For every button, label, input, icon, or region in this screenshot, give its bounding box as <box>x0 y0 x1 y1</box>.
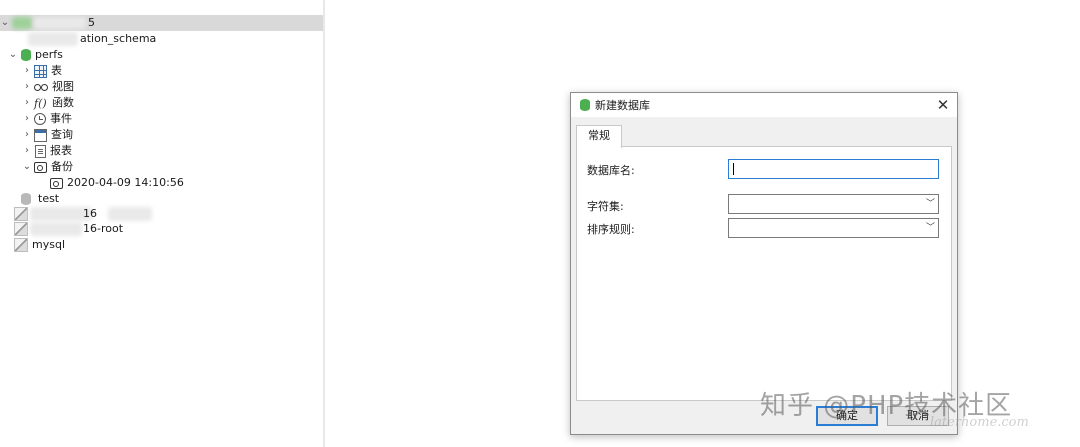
tree-row-backup-entry[interactable]: 2020-04-09 14:10:56 <box>48 175 184 191</box>
redacted-connection-tail <box>108 207 152 221</box>
query-icon <box>34 128 47 142</box>
general-tab-panel: 数据库名: 字符集: ﹀ 排序规则: ﹀ <box>576 146 952 401</box>
tree-row-information-schema[interactable]: ation_schema <box>0 31 323 47</box>
perfs-label: perfs <box>35 48 63 61</box>
information-schema-label: ation_schema <box>80 32 157 45</box>
redacted-connection-name <box>34 17 86 29</box>
chevron-down-icon[interactable]: ⌄ <box>22 159 32 175</box>
tree-row-connection-1[interactable]: ⌄ 5 <box>0 15 323 31</box>
text-caret <box>733 163 734 175</box>
tree-row-connection-3[interactable]: 16-root <box>12 221 172 237</box>
view-glasses-icon <box>34 83 48 91</box>
chevron-down-icon: ﹀ <box>925 223 935 233</box>
tree-row-functions[interactable]: › f() 函数 <box>22 95 74 111</box>
queries-label: 查询 <box>51 128 73 141</box>
database-name-label: 数据库名: <box>587 164 635 177</box>
database-icon <box>580 99 590 111</box>
watermark-secondary: laterhome.com <box>930 415 1029 430</box>
tree-row-views[interactable]: › 视图 <box>22 79 74 95</box>
tree-row-queries[interactable]: › 查询 <box>22 127 73 143</box>
tree-row-backups[interactable]: ⌄ 备份 <box>22 159 73 175</box>
function-fx-icon: f() <box>34 96 47 110</box>
database-icon <box>21 49 31 61</box>
backup-entry-label: 2020-04-09 14:10:56 <box>67 176 184 189</box>
backups-label: 备份 <box>51 160 73 173</box>
report-icon <box>35 144 46 158</box>
tree-row-reports[interactable]: › 报表 <box>22 143 72 159</box>
event-clock-icon <box>34 113 46 125</box>
connection-name-suffix: 5 <box>88 16 95 29</box>
chevron-right-icon[interactable]: › <box>22 127 32 143</box>
chevron-down-icon[interactable]: ⌄ <box>0 15 10 31</box>
new-database-dialog: 新建数据库 ✕ 常规 数据库名: 字符集: ﹀ 排序规则: ﹀ 确定 取消 <box>570 92 958 435</box>
events-label: 事件 <box>50 112 72 125</box>
chevron-right-icon[interactable]: › <box>22 95 32 111</box>
connection-2-suffix: 16 <box>83 207 97 220</box>
chevron-down-icon[interactable]: ⌄ <box>8 47 18 63</box>
tree-row-connection-2[interactable]: 16 <box>12 206 172 222</box>
tab-general[interactable]: 常规 <box>576 125 622 148</box>
mysql-label: mysql <box>32 238 65 251</box>
functions-label: 函数 <box>52 96 74 109</box>
database-icon <box>21 193 31 205</box>
navigation-tree: ⌄ 5 ation_schema ⌄ perfs › 表 › 视图 › f() … <box>0 0 323 447</box>
chevron-right-icon[interactable]: › <box>22 143 32 159</box>
redacted-connection-icon <box>12 17 32 29</box>
dialog-title: 新建数据库 <box>595 99 650 112</box>
collation-label: 排序规则: <box>587 223 635 236</box>
tree-row-tables[interactable]: › 表 <box>22 63 62 79</box>
connection-icon <box>14 222 28 236</box>
tree-row-perfs[interactable]: ⌄ perfs <box>8 47 63 63</box>
tables-label: 表 <box>51 64 62 77</box>
chevron-right-icon[interactable]: › <box>22 111 32 127</box>
chevron-right-icon[interactable]: › <box>22 79 32 95</box>
tree-row-test[interactable]: test <box>18 191 59 207</box>
redacted-connection-name <box>30 222 82 236</box>
backup-icon <box>34 161 47 173</box>
test-label: test <box>38 192 60 205</box>
chevron-down-icon: ﹀ <box>925 199 935 209</box>
close-icon[interactable]: ✕ <box>935 97 951 113</box>
connection-icon <box>14 207 28 221</box>
reports-label: 报表 <box>50 144 72 157</box>
collation-select[interactable]: ﹀ <box>728 218 939 238</box>
charset-label: 字符集: <box>587 200 624 213</box>
tree-row-events[interactable]: › 事件 <box>22 111 72 127</box>
redacted-db-icon <box>28 32 78 46</box>
tree-row-mysql[interactable]: mysql <box>12 237 65 253</box>
panel-divider[interactable] <box>323 0 325 447</box>
connection-3-suffix: 16-root <box>83 222 124 235</box>
table-icon <box>34 64 47 78</box>
backup-file-icon <box>50 177 63 189</box>
chevron-right-icon[interactable]: › <box>22 63 32 79</box>
charset-select[interactable]: ﹀ <box>728 194 939 214</box>
dialog-title-bar[interactable]: 新建数据库 ✕ <box>571 93 957 117</box>
views-label: 视图 <box>52 80 74 93</box>
connection-icon <box>14 238 28 252</box>
database-name-input[interactable] <box>728 159 939 179</box>
